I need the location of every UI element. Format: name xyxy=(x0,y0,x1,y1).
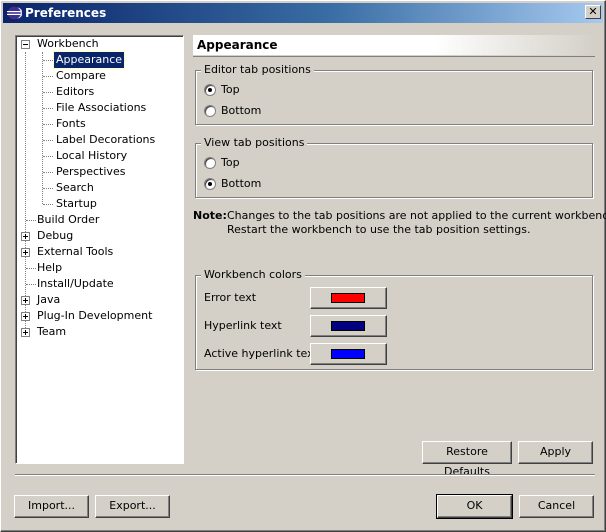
note-text: Restart the workbench to use the tab pos… xyxy=(227,223,531,236)
active-hyperlink-text-color-row: Active hyperlink text xyxy=(204,343,584,365)
tree-item-editors[interactable]: Editors xyxy=(16,84,181,100)
tree-item-local-history[interactable]: Local History xyxy=(16,148,181,164)
editor-tab-positions-group: Editor tab positions Top Bottom xyxy=(195,63,593,125)
tree-item-label: Perspectives xyxy=(56,165,126,178)
tree-item-label: External Tools xyxy=(37,245,114,258)
tree-item-perspectives[interactable]: Perspectives xyxy=(16,164,181,180)
tree-item-label: Appearance xyxy=(52,51,126,69)
tree-item-label: Install/Update xyxy=(37,277,114,290)
tree-item-label-decorations[interactable]: Label Decorations xyxy=(16,132,181,148)
tree-item-install-update[interactable]: Install/Update xyxy=(16,276,181,292)
tree-item-label: Startup xyxy=(56,197,97,210)
expand-icon[interactable] xyxy=(21,232,30,241)
radio-unchecked-icon[interactable] xyxy=(204,105,216,117)
eclipse-icon xyxy=(6,5,22,21)
tree-item-fonts[interactable]: Fonts xyxy=(16,116,181,132)
tree-item-debug[interactable]: Debug xyxy=(16,228,181,244)
hyperlink-text-color-row: Hyperlink text xyxy=(204,315,584,337)
hyperlink-text-color-button[interactable] xyxy=(310,315,387,337)
header-divider xyxy=(193,56,595,57)
window-title: Preferences xyxy=(25,6,107,20)
tree-item-appearance[interactable]: Appearance xyxy=(16,51,181,69)
color-label: Hyperlink text xyxy=(204,319,282,332)
tree-item-team[interactable]: Team xyxy=(16,324,181,340)
tree-item-label: Workbench xyxy=(37,37,99,50)
tree-item-label: Editors xyxy=(56,85,95,98)
radio-checked-icon[interactable] xyxy=(204,84,216,96)
tree-item-compare[interactable]: Compare xyxy=(16,68,181,84)
tree-item-label: File Associations xyxy=(56,101,147,114)
radio-label: Bottom xyxy=(221,177,262,190)
view-tab-positions-group: View tab positions Top Bottom xyxy=(195,136,593,198)
tree-item-help[interactable]: Help xyxy=(16,260,181,276)
color-swatch xyxy=(331,321,365,331)
import-button[interactable]: Import... xyxy=(14,495,89,518)
tree-item-label: Plug-In Development xyxy=(37,309,153,322)
radio-label: Bottom xyxy=(221,104,262,117)
preferences-window: Preferences ✕ Workbench Appearance Compa… xyxy=(0,0,606,532)
tree-item-startup[interactable]: Startup xyxy=(16,196,181,212)
tree-item-label: Compare xyxy=(56,69,106,82)
apply-button[interactable]: Apply xyxy=(518,441,593,464)
expand-icon[interactable] xyxy=(21,328,30,337)
radio-unchecked-icon[interactable] xyxy=(204,157,216,169)
expand-icon[interactable] xyxy=(21,248,30,257)
cancel-button[interactable]: Cancel xyxy=(519,495,594,518)
tree-item-label: Search xyxy=(56,181,94,194)
error-text-color-button[interactable] xyxy=(310,287,387,309)
error-text-color-row: Error text xyxy=(204,287,584,309)
tree-item-workbench[interactable]: Workbench xyxy=(16,36,181,52)
tree-item-external-tools[interactable]: External Tools xyxy=(16,244,181,260)
color-label: Error text xyxy=(204,291,257,304)
tree-item-label: Fonts xyxy=(56,117,86,130)
radio-label: Top xyxy=(221,156,240,169)
note-label: Note: xyxy=(193,209,227,222)
page-title: Appearance xyxy=(193,35,595,55)
title-bar: Preferences ✕ xyxy=(3,3,603,23)
tree-item-file-associations[interactable]: File Associations xyxy=(16,100,181,116)
note-text: Changes to the tab positions are not app… xyxy=(227,209,606,222)
tree-item-java[interactable]: Java xyxy=(16,292,181,308)
tree-item-build-order[interactable]: Build Order xyxy=(16,212,181,228)
expand-icon[interactable] xyxy=(21,312,30,321)
group-label: View tab positions xyxy=(201,136,308,150)
footer-separator xyxy=(15,474,595,476)
tree-item-label: Local History xyxy=(56,149,128,162)
tree-item-search[interactable]: Search xyxy=(16,180,181,196)
restore-defaults-button[interactable]: Restore Defaults xyxy=(422,441,512,478)
radio-checked-icon[interactable] xyxy=(204,178,216,190)
tree-item-label: Build Order xyxy=(37,213,100,226)
tree-item-label: Label Decorations xyxy=(56,133,156,146)
export-button[interactable]: Export... xyxy=(95,495,170,518)
color-swatch xyxy=(331,349,365,359)
group-label: Editor tab positions xyxy=(201,63,314,77)
tree-item-label: Help xyxy=(37,261,63,274)
close-icon: ✕ xyxy=(588,5,598,18)
workbench-colors-group: Workbench colors Error text Hyperlink te… xyxy=(195,268,593,370)
color-label: Active hyperlink text xyxy=(204,347,318,360)
expand-icon[interactable] xyxy=(21,296,30,305)
tree-item-label: Java xyxy=(37,293,61,306)
radio-label: Top xyxy=(221,83,240,96)
color-swatch xyxy=(331,293,365,303)
close-button[interactable]: ✕ xyxy=(585,5,601,19)
tree-item-label: Team xyxy=(37,325,67,338)
group-label: Workbench colors xyxy=(201,268,305,282)
preferences-tree[interactable]: Workbench Appearance Compare Editors Fil… xyxy=(15,35,184,464)
active-hyperlink-text-color-button[interactable] xyxy=(310,343,387,365)
tree-item-label: Debug xyxy=(37,229,74,242)
collapse-icon[interactable] xyxy=(21,40,30,49)
ok-button[interactable]: OK xyxy=(436,494,513,519)
tree-item-plugin-development[interactable]: Plug-In Development xyxy=(16,308,181,324)
